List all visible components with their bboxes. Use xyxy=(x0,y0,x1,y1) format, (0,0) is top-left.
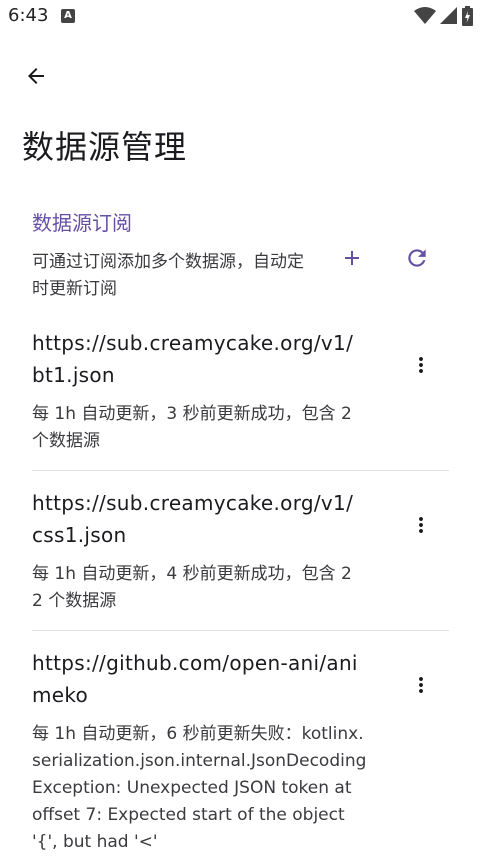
subscription-url: https://sub.creamycake.org/v1/css1.json xyxy=(32,491,354,547)
subscription-item[interactable]: https://sub.creamycake.org/v1/bt1.json 每… xyxy=(32,327,449,455)
status-bar: 6:43 A xyxy=(0,0,481,34)
refresh-subscriptions-button[interactable] xyxy=(397,238,437,278)
page-title: 数据源管理 xyxy=(22,128,188,166)
more-options-button[interactable] xyxy=(405,665,437,705)
more-vert-icon xyxy=(419,357,423,373)
battery-icon xyxy=(462,6,473,26)
status-time: 6:43 xyxy=(8,5,49,26)
notification-icon: A xyxy=(61,9,75,23)
divider xyxy=(32,470,449,471)
subscription-url: https://github.com/open-ani/animeko xyxy=(32,651,358,707)
subscription-item[interactable]: https://github.com/open-ani/animeko 每 1h… xyxy=(32,647,449,856)
subscription-status: 每 1h 自动更新，6 秒前更新失败：kotlinx.serialization… xyxy=(32,724,367,852)
divider xyxy=(32,630,449,631)
section-description: 可通过订阅添加多个数据源，自动定时更新订阅 xyxy=(32,252,304,299)
subscription-item[interactable]: https://sub.creamycake.org/v1/css1.json … xyxy=(32,487,449,615)
status-icons xyxy=(414,6,473,26)
back-button[interactable] xyxy=(16,56,56,96)
more-options-button[interactable] xyxy=(405,505,437,545)
subscription-url: https://sub.creamycake.org/v1/bt1.json xyxy=(32,331,354,387)
plus-icon xyxy=(345,251,359,265)
more-options-button[interactable] xyxy=(405,345,437,385)
more-vert-icon xyxy=(419,677,423,693)
back-arrow-icon xyxy=(28,68,44,84)
refresh-icon xyxy=(408,249,426,267)
add-subscription-button[interactable] xyxy=(332,238,372,278)
section-header: 数据源订阅 xyxy=(32,211,132,235)
wifi-icon xyxy=(414,7,436,24)
signal-icon xyxy=(440,7,457,24)
subscription-status: 每 1h 自动更新，3 秒前更新成功，包含 2 个数据源 xyxy=(32,404,352,451)
more-vert-icon xyxy=(419,517,423,533)
subscription-status: 每 1h 自动更新，4 秒前更新成功，包含 22 个数据源 xyxy=(32,564,352,611)
